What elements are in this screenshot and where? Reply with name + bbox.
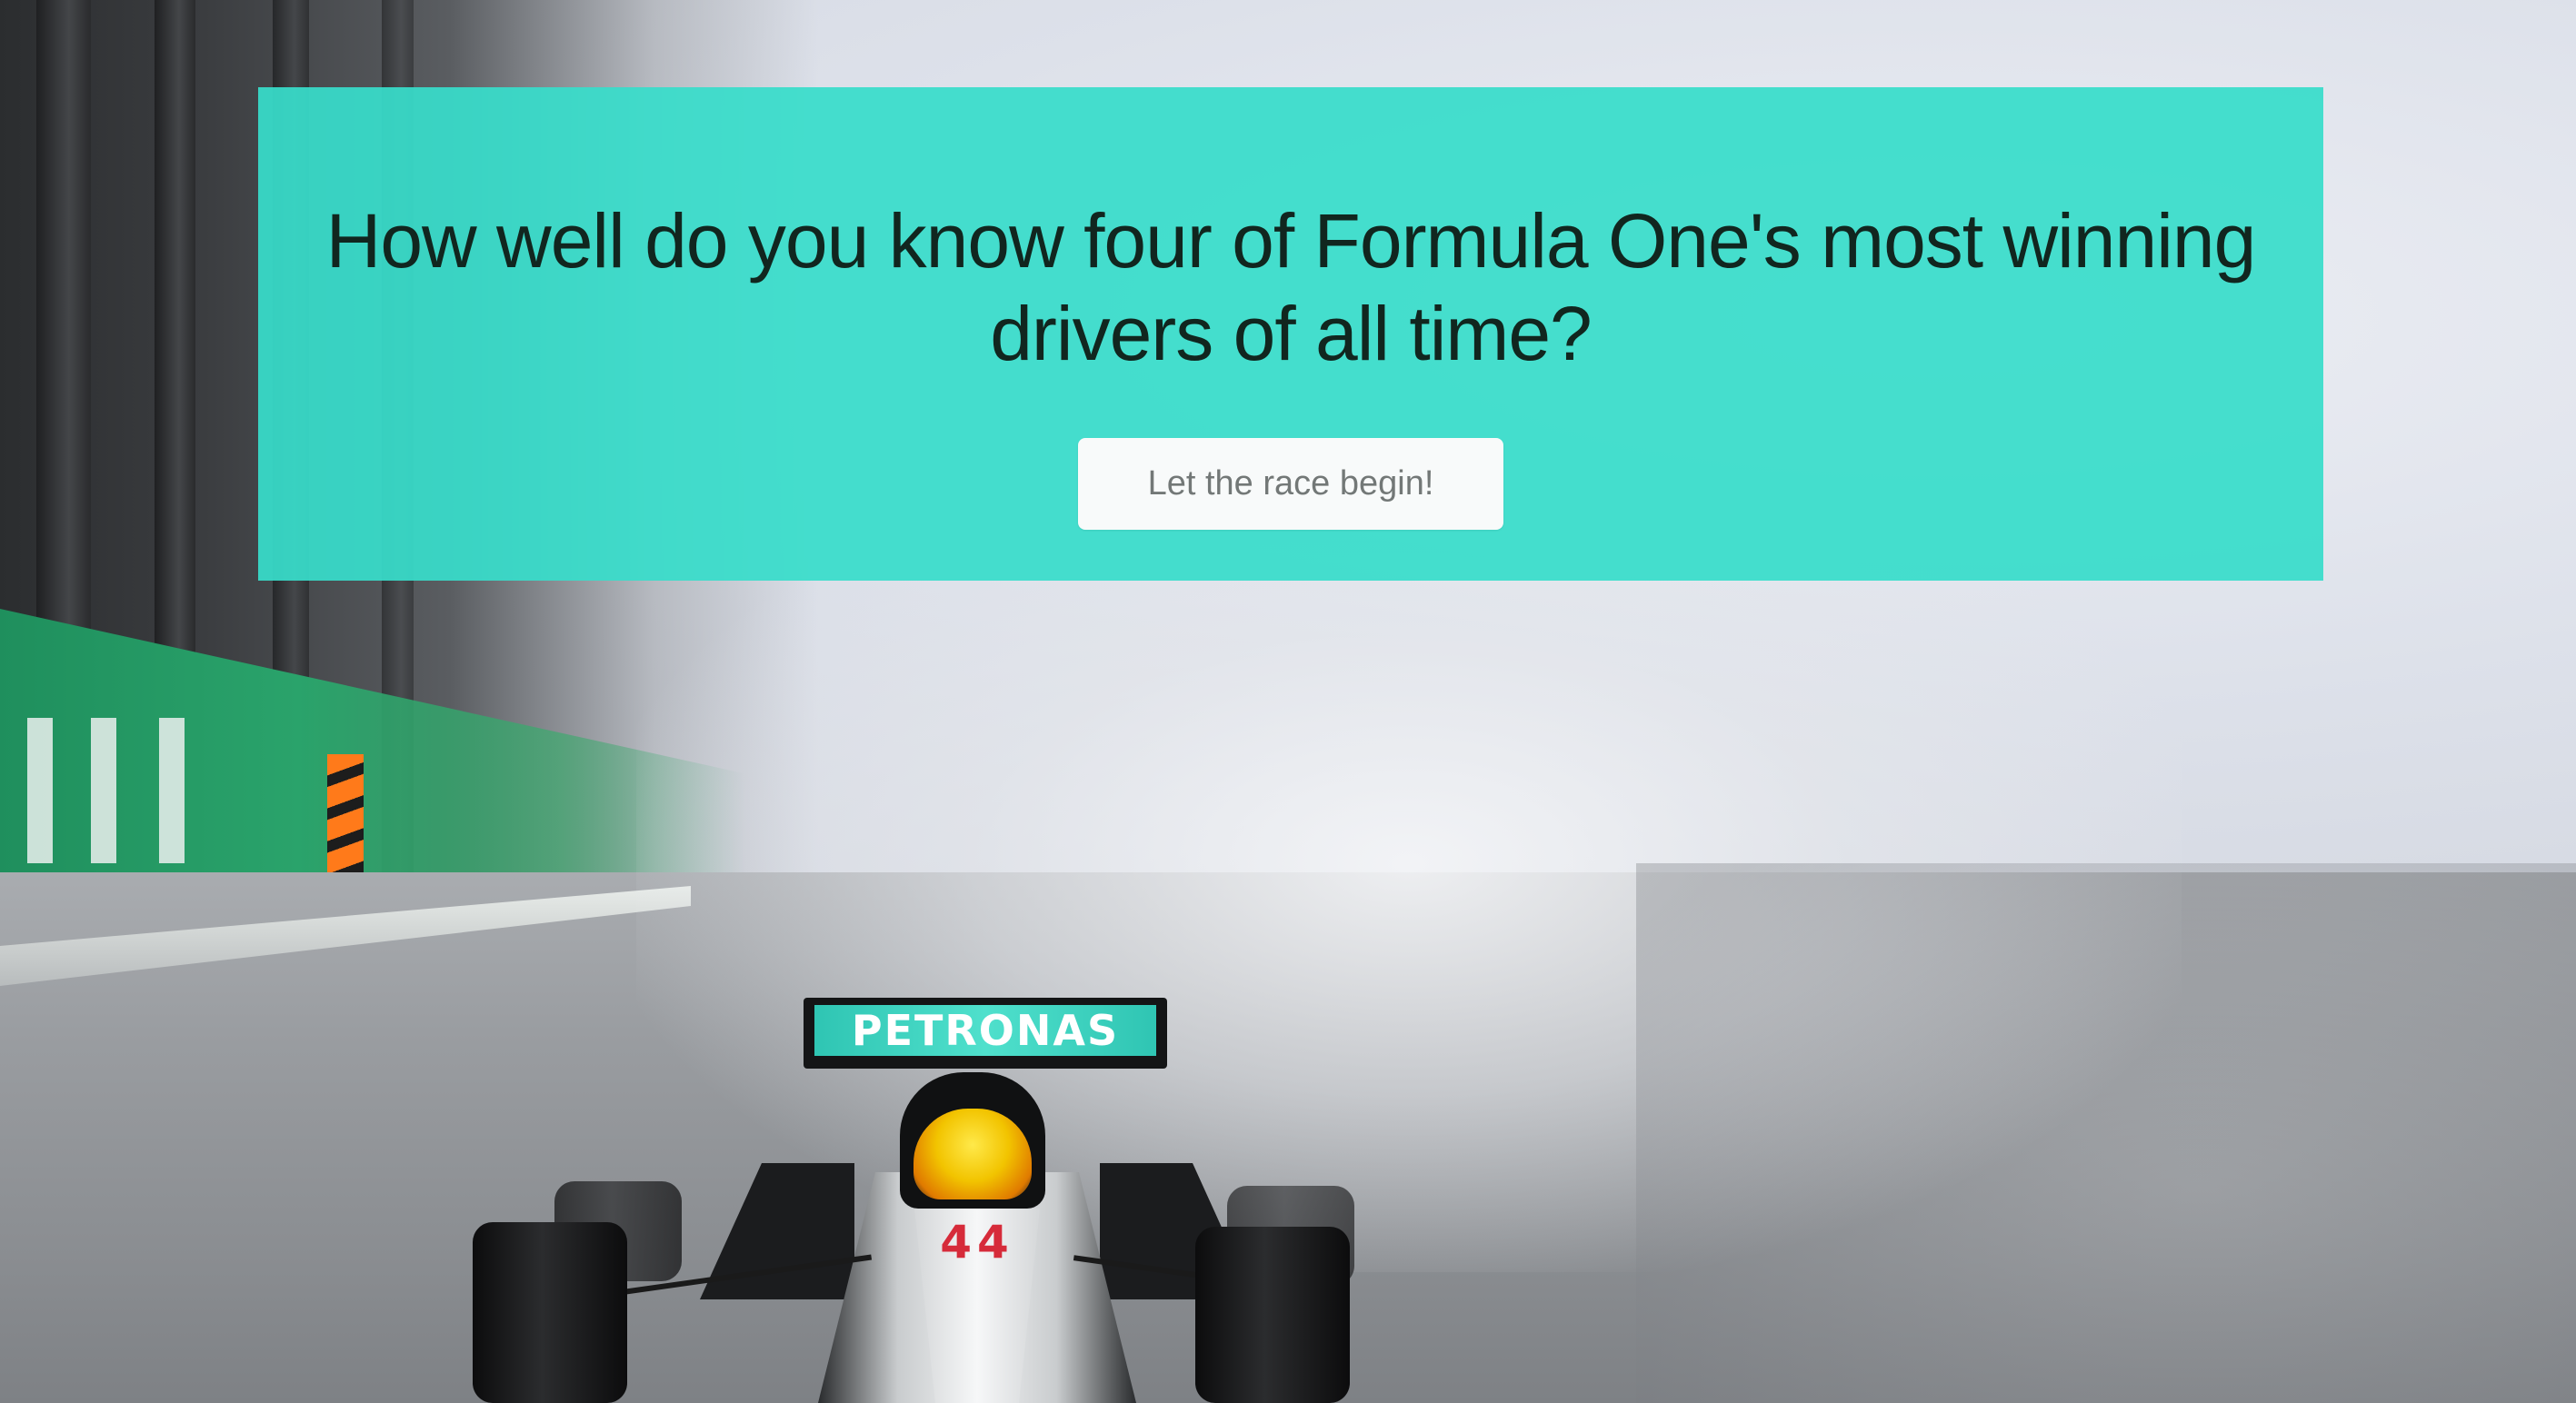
front-left-tyre (473, 1222, 627, 1403)
rear-wing-logo: PETRONAS (814, 1005, 1156, 1056)
front-right-tyre (1195, 1227, 1350, 1403)
barrier-stripe (159, 718, 185, 863)
trackside-sign (327, 754, 364, 872)
quiz-start-page: PETRONAS 44 How well do you know four of… (0, 0, 2576, 1403)
road-shadow (1636, 863, 2576, 1403)
driver-helmet (914, 1109, 1032, 1199)
car-number: 44 (940, 1216, 1014, 1269)
barrier-stripe (27, 718, 53, 863)
quiz-title: How well do you know four of Formula One… (325, 198, 2257, 376)
barrier-stripe (91, 718, 116, 863)
start-quiz-button[interactable]: Let the race begin! (1078, 438, 1503, 530)
quiz-intro-banner: How well do you know four of Formula One… (258, 87, 2323, 581)
race-car-image: PETRONAS 44 (473, 972, 1436, 1403)
